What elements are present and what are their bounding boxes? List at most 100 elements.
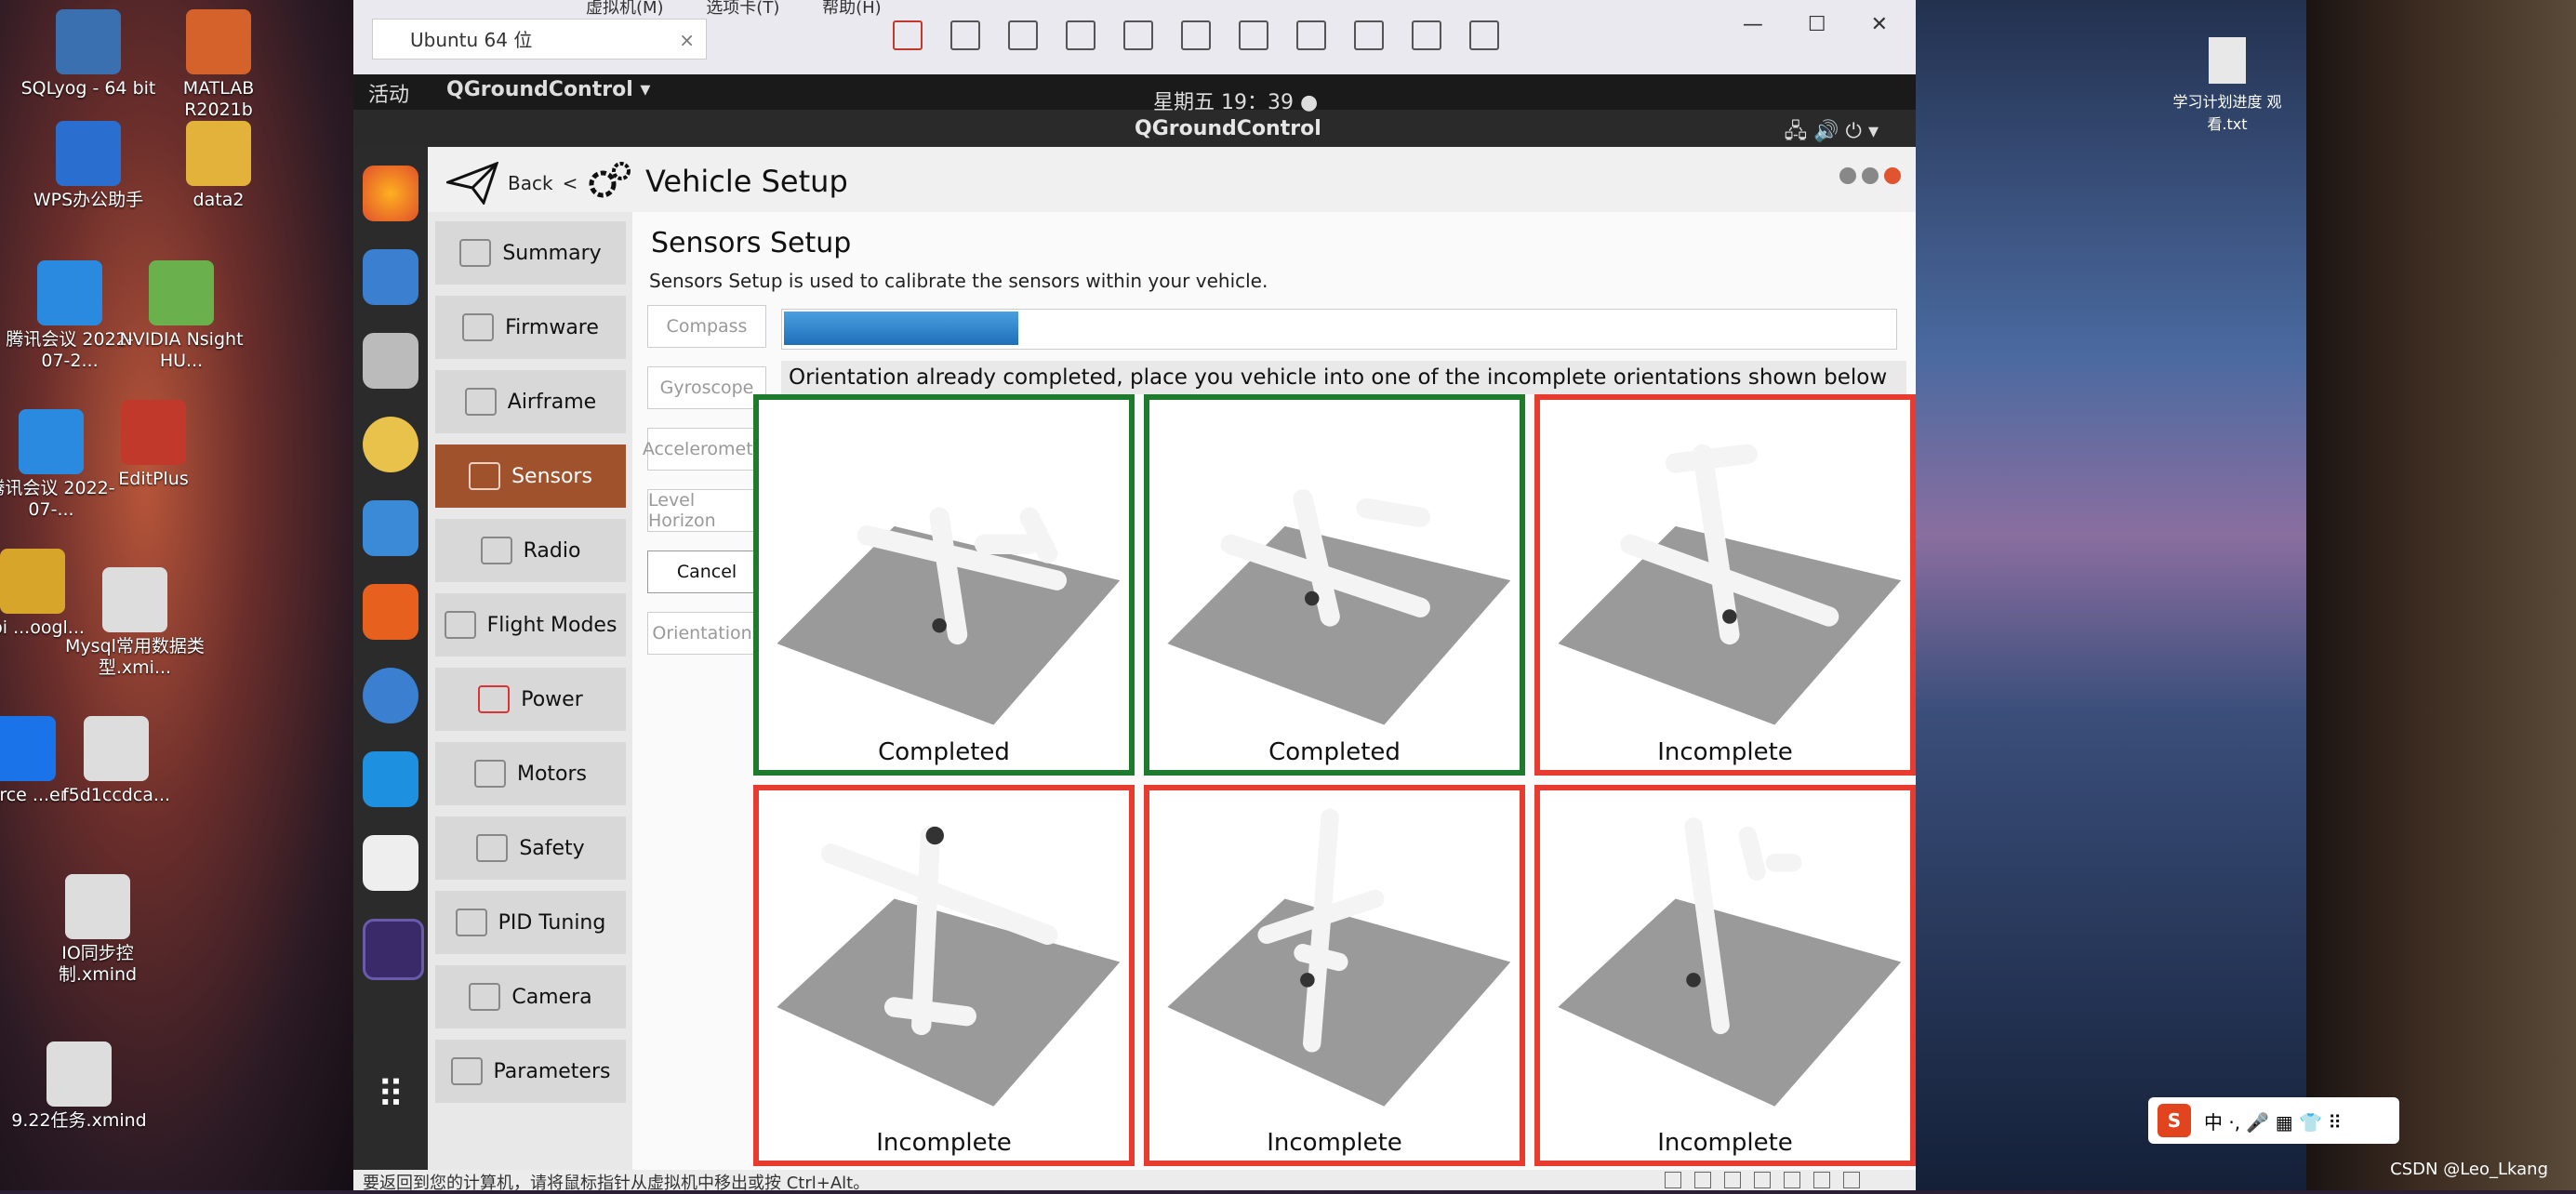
camera-icon bbox=[469, 983, 501, 1011]
sidebar-item-airframe[interactable]: Airframe bbox=[435, 370, 626, 433]
qgroundcontrol-icon[interactable] bbox=[363, 919, 424, 980]
desktop-icon[interactable]: NVIDIA Nsight HU... bbox=[112, 260, 251, 372]
qgc-titlebar: 星期五 19：39 ● QGroundControl 🖧 🔊 ⏻ ▾ bbox=[353, 91, 1916, 147]
gears-icon bbox=[589, 162, 631, 198]
desktop-icon[interactable]: 9.22任务.xmind bbox=[9, 1041, 149, 1132]
level-horizon-button[interactable]: Level Horizon bbox=[647, 489, 766, 532]
airplane-left-side-icon bbox=[1167, 808, 1511, 1107]
sidebar-item-pid-tuning[interactable]: PID Tuning bbox=[435, 891, 626, 954]
sidebar-item-camera[interactable]: Camera bbox=[435, 965, 626, 1028]
orientation-status: Incomplete bbox=[1267, 1129, 1402, 1157]
minimize-icon[interactable]: — bbox=[1743, 13, 1763, 36]
thumbnail-icon[interactable] bbox=[1239, 20, 1268, 50]
show-apps-icon[interactable]: ⠿ bbox=[363, 1068, 418, 1123]
wps-icon bbox=[56, 121, 121, 186]
menu-tabs[interactable]: 选项卡(T) bbox=[706, 0, 779, 18]
desktop-icon[interactable]: 学习计划进度 观看.txt bbox=[2167, 37, 2288, 134]
sidebar-item-safety[interactable]: Safety bbox=[435, 816, 626, 880]
unity-icon[interactable] bbox=[1354, 20, 1384, 50]
desktop-icon[interactable]: data2 bbox=[149, 121, 288, 211]
help-icon[interactable] bbox=[363, 668, 418, 723]
system-tray[interactable]: 🖧 🔊 ⏻ ▾ bbox=[1785, 115, 1879, 151]
battery-icon bbox=[478, 685, 511, 713]
accelerometer-button[interactable]: Accelerometer bbox=[643, 428, 771, 471]
cancel-button[interactable]: Cancel bbox=[647, 551, 766, 593]
activities-button[interactable]: 活动 bbox=[368, 78, 409, 108]
thunderbird-icon[interactable] bbox=[363, 249, 418, 305]
desktop-icon[interactable]: EditPlus bbox=[84, 400, 223, 490]
desktop-icon[interactable]: MATLAB R2021b bbox=[149, 9, 288, 121]
orientation-grid: Completed Completed Incomplete Incomplet… bbox=[753, 394, 1916, 1166]
flight-modes-icon bbox=[444, 611, 476, 639]
hdd-icon[interactable] bbox=[1665, 1172, 1681, 1188]
orientation-tile: Incomplete bbox=[1534, 785, 1916, 1166]
sidebar-item-motors[interactable]: Motors bbox=[435, 742, 626, 805]
back-button[interactable]: Back < bbox=[446, 162, 578, 205]
sidebar-item-sensors[interactable]: Sensors bbox=[435, 444, 626, 508]
qgc-window: Back < Vehicle Setup Summary Firmware Ai… bbox=[428, 147, 1916, 1172]
console-icon[interactable] bbox=[1412, 20, 1441, 50]
desktop-icon[interactable]: WPS办公助手 bbox=[19, 121, 158, 211]
ubuntu-top-bar: 活动 QGroundControl ▾ bbox=[353, 74, 1916, 110]
xmind-file-icon bbox=[46, 1041, 112, 1107]
firefox-icon[interactable] bbox=[363, 166, 418, 221]
sidebar-item-parameters[interactable]: Parameters bbox=[435, 1040, 626, 1103]
display-icon[interactable] bbox=[1843, 1172, 1860, 1188]
file-icon bbox=[102, 567, 167, 632]
folder-icon bbox=[186, 121, 251, 186]
software-icon[interactable] bbox=[363, 584, 418, 640]
gyroscope-button[interactable]: Gyroscope bbox=[647, 366, 766, 409]
restore-snapshot-icon[interactable] bbox=[1066, 20, 1095, 50]
maximize-icon[interactable] bbox=[1862, 167, 1879, 184]
sidebar-item-firmware[interactable]: Firmware bbox=[435, 296, 626, 359]
sidebar-item-flight-modes[interactable]: Flight Modes bbox=[435, 593, 626, 657]
rhythmbox-icon[interactable] bbox=[363, 417, 418, 472]
files-icon[interactable] bbox=[363, 333, 418, 389]
manage-snapshots-icon[interactable] bbox=[1123, 20, 1153, 50]
sidebar-item-power[interactable]: Power bbox=[435, 668, 626, 731]
orientation-tile: Incomplete bbox=[753, 785, 1135, 1166]
snapshot-icon[interactable] bbox=[1008, 20, 1038, 50]
sidebar-item-summary[interactable]: Summary bbox=[435, 221, 626, 285]
radio-icon bbox=[480, 537, 512, 564]
orientation-tile: Incomplete bbox=[1144, 785, 1525, 1166]
app-menu[interactable]: QGroundControl ▾ bbox=[446, 78, 650, 101]
vscode-icon[interactable] bbox=[363, 751, 418, 807]
airplane-right-side-icon bbox=[1558, 817, 1902, 1107]
pause-icon[interactable] bbox=[893, 20, 923, 50]
text-editor-icon[interactable] bbox=[363, 835, 418, 891]
sliders-icon bbox=[455, 909, 487, 936]
usb-icon[interactable] bbox=[1754, 1172, 1771, 1188]
airplane-nose-up-icon bbox=[777, 825, 1121, 1107]
send-ctrl-alt-del-icon[interactable] bbox=[950, 20, 980, 50]
sogou-icon[interactable]: S bbox=[2158, 1104, 2191, 1137]
close-icon[interactable] bbox=[1884, 167, 1901, 184]
ime-controls[interactable]: 中 ·, 🎤 ▦ 👕 ⠿ bbox=[2204, 1108, 2342, 1134]
sidebar-item-radio[interactable]: Radio bbox=[435, 519, 626, 582]
writer-icon[interactable] bbox=[363, 500, 418, 556]
library-icon[interactable] bbox=[1181, 20, 1211, 50]
minimize-icon[interactable] bbox=[1839, 167, 1856, 184]
desktop-icon[interactable]: SQLyog - 64 bit bbox=[19, 9, 158, 100]
fullscreen-icon[interactable] bbox=[1296, 20, 1326, 50]
orientations-button[interactable]: Orientations bbox=[647, 612, 766, 655]
desktop-icon[interactable]: f5d1ccdca... bbox=[46, 716, 186, 806]
printer-icon[interactable] bbox=[1813, 1172, 1830, 1188]
menu-help[interactable]: 帮助(H) bbox=[822, 0, 882, 18]
vmware-status-bar: 要返回到您的计算机，请将鼠标指针从虚拟机中移出或按 Ctrl+Alt。 bbox=[353, 1170, 1916, 1193]
cd-icon[interactable] bbox=[1694, 1172, 1711, 1188]
desktop-icon[interactable]: Mysql常用数据类型.xmi... bbox=[65, 567, 205, 679]
desktop-icon[interactable]: IO同步控制.xmind bbox=[28, 874, 167, 986]
xmind-file-icon bbox=[65, 874, 130, 939]
orientation-status: Incomplete bbox=[1657, 738, 1793, 766]
sound-icon[interactable] bbox=[1784, 1172, 1800, 1188]
clock[interactable]: 星期五 19：39 ● bbox=[1153, 86, 1318, 115]
compass-button[interactable]: Compass bbox=[647, 305, 766, 348]
vm-tab-ubuntu[interactable]: Ubuntu 64 位 × bbox=[372, 19, 707, 60]
menu-vm[interactable]: 虚拟机(M) bbox=[586, 0, 664, 18]
stretch-icon[interactable] bbox=[1469, 20, 1499, 50]
close-icon[interactable]: ✕ bbox=[1871, 13, 1888, 36]
maximize-icon[interactable]: ☐ bbox=[1808, 13, 1826, 36]
network-icon[interactable] bbox=[1724, 1172, 1741, 1188]
close-tab-icon[interactable]: × bbox=[679, 20, 695, 60]
